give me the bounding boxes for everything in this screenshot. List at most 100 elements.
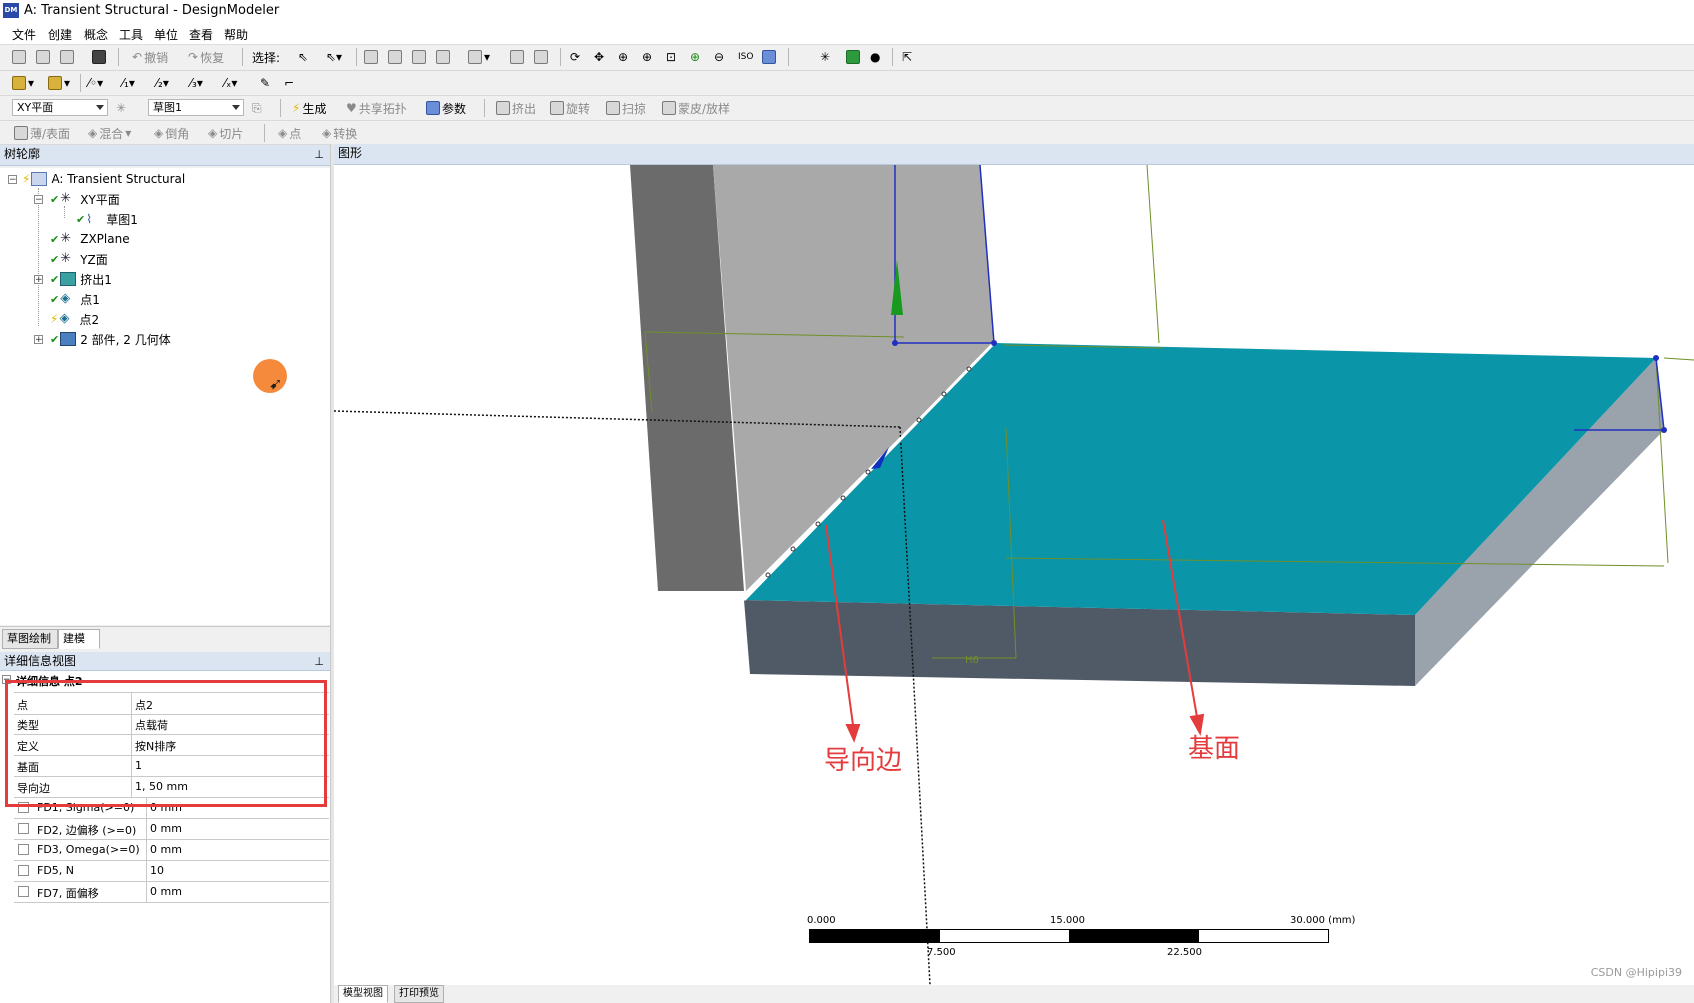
new-sketch-icon[interactable]: ⎘ [252,100,262,116]
save-icon[interactable] [60,49,74,65]
tree-item-label: 点1 [80,292,100,307]
details-param-fd7[interactable]: FD7, 面偏移 0 mm [14,881,329,903]
undo-button[interactable]: ↶ 撤销 [132,49,168,65]
menu-view[interactable]: 查看 [189,26,213,43]
point-feature-icon: ◈ [59,311,70,326]
pan-icon[interactable]: ✥ [594,49,604,65]
rotate-icon[interactable]: ⟳ [570,49,580,65]
revolve-button[interactable]: 旋转 [550,100,590,116]
tree-item-root[interactable]: ⚡ A: Transient Structural [22,170,185,188]
tab-print-preview[interactable]: 打印预览 [394,985,444,1003]
menu-concept[interactable]: 概念 [84,26,108,43]
tab-modeling[interactable]: 建模 [58,629,100,649]
menu-file[interactable]: 文件 [12,26,36,43]
sweep-button[interactable]: 扫掠 [606,100,646,116]
checkbox[interactable] [18,823,29,834]
select-cursor-icon[interactable]: ⇖ [298,49,308,65]
display-face-icon[interactable]: ▾ [48,75,70,91]
redo-button[interactable]: ↷ 恢复 [188,49,224,65]
menu-help[interactable]: 帮助 [224,26,248,43]
generate-button[interactable]: ⚡ 生成 [292,100,326,116]
menu-create[interactable]: 创建 [48,26,72,43]
sketch-combo[interactable]: 草图1 [148,99,244,116]
zoom-box-2-icon[interactable]: ⊡ [666,49,676,65]
undo-label: 撤销 [144,50,169,65]
clear-select-icon[interactable] [534,49,548,65]
help-cursor-icon[interactable]: ⇱ [902,49,912,65]
zoom-box-icon[interactable]: ⊕ [642,49,652,65]
tree-item-extrude1[interactable]: ✔ 挤出1 [50,270,112,288]
parameters-button[interactable]: 参数 [426,100,466,116]
extrude-button[interactable]: 挤出 [496,100,536,116]
plane-combo[interactable]: XY平面 [12,99,108,116]
details-param-fd2[interactable]: FD2, 边偏移 (>=0) 0 mm [14,818,329,840]
details-param-fd5[interactable]: FD5, N 10 [14,860,329,882]
menu-units[interactable]: 单位 [154,26,178,43]
tree-item-zx-plane[interactable]: ✔ ✳ ZXPlane [50,230,130,248]
zoom-fit-icon[interactable]: ⊕ [690,49,700,65]
model-canvas[interactable]: H6 [334,165,1694,985]
skin-loft-label: 蒙皮/放样 [678,101,731,116]
select-mode-icon[interactable]: ⇖▾ [326,49,342,65]
box-select-icon[interactable] [510,49,524,65]
details-param-fd3[interactable]: FD3, Omega(>=0) 0 mm [14,839,329,861]
select-edge-icon[interactable] [388,49,402,65]
tab-sketching[interactable]: 草图绘制 [2,629,58,649]
zoom-icon[interactable]: ⊕ [618,49,628,65]
pin-icon[interactable]: ⊥ [314,652,324,671]
open-icon[interactable] [36,49,50,65]
slice-button[interactable]: ◈ 切片 [208,125,243,141]
checkbox[interactable] [18,865,29,876]
new-plane-icon[interactable]: ✳ [116,100,126,116]
scale-label-0: 0.000 [807,915,836,926]
edge-tool-icon[interactable]: ⌐ [284,75,294,91]
blend-button[interactable]: ◈ 混合 ▾ [88,125,131,141]
magnifier-icon[interactable]: ⊖ [714,49,724,65]
tree-expander-extrude[interactable]: + [34,275,43,285]
scale-label-30: 30.000 (mm) [1290,915,1356,926]
share-topology-button[interactable]: ♥ 共享拓扑 [346,100,407,116]
chamfer-button[interactable]: ◈ 倒角 [154,125,189,141]
pin-tool-icon[interactable]: ✎ [260,75,270,91]
tree-item-yz-plane[interactable]: ✔ ✳ YZ面 [50,250,108,268]
tree-expander-xy[interactable]: − [34,195,43,205]
constraint-2-icon[interactable]: ⁄₁▾ [122,75,135,91]
constraint-1-icon[interactable]: ⁄◦▾ [88,75,103,91]
new-icon[interactable] [12,49,26,65]
checkbox[interactable] [18,844,29,855]
extend-select-icon[interactable]: ▾ [468,49,490,65]
triad-icon[interactable]: ✳ [820,49,830,65]
display-edge-icon[interactable]: ▾ [12,75,34,91]
skin-loft-button[interactable]: 蒙皮/放样 [662,100,730,116]
iso-view-icon[interactable]: ISO [738,49,753,65]
checkmark-icon: ✔ [50,292,60,306]
constraint-3-icon[interactable]: ⁄₂▾ [156,75,169,91]
tree-expander-parts[interactable]: + [34,335,43,345]
look-at-icon[interactable] [762,49,776,65]
tree-item-point2[interactable]: ⚡ ◈ 点2 [50,310,99,328]
checkbox[interactable] [18,886,29,897]
select-point-icon[interactable] [364,49,378,65]
thin-surface-button[interactable]: 薄/表面 [14,125,70,141]
pin-icon[interactable]: ⊥ [314,145,324,164]
select-face-icon[interactable] [412,49,426,65]
display-point-icon[interactable]: ● [870,49,880,65]
checkmark-icon: ✔ [50,252,60,266]
tree-item-point1[interactable]: ✔ ◈ 点1 [50,290,100,308]
select-body-icon[interactable] [436,49,450,65]
camera-icon[interactable] [92,49,106,65]
constraint-5-icon[interactable]: ⁄ₓ▾ [224,75,237,91]
convert-button[interactable]: ◈ 转换 [322,125,357,141]
watermark: CSDN @Hipipi39 [1590,966,1682,979]
display-body-icon[interactable] [846,49,860,65]
graphics-viewport[interactable]: H6 导向边 基面 0.000 15.000 30.000 (mm) 7.500… [334,165,1694,985]
constraint-4-icon[interactable]: ⁄₃▾ [190,75,203,91]
tree-item-sketch1[interactable]: ✔ ⌇ 草图1 [76,210,138,228]
tree-expander-root[interactable]: − [8,175,17,185]
tree-item-xy-plane[interactable]: ✔ ✳ XY平面 [50,190,120,208]
menu-tools[interactable]: 工具 [119,26,143,43]
tree-item-parts[interactable]: ✔ 2 部件, 2 几何体 [50,330,171,348]
details-value: 0 mm [150,843,182,856]
point-button[interactable]: ◈ 点 [278,125,301,141]
tab-model-view[interactable]: 模型视图 [338,985,388,1003]
